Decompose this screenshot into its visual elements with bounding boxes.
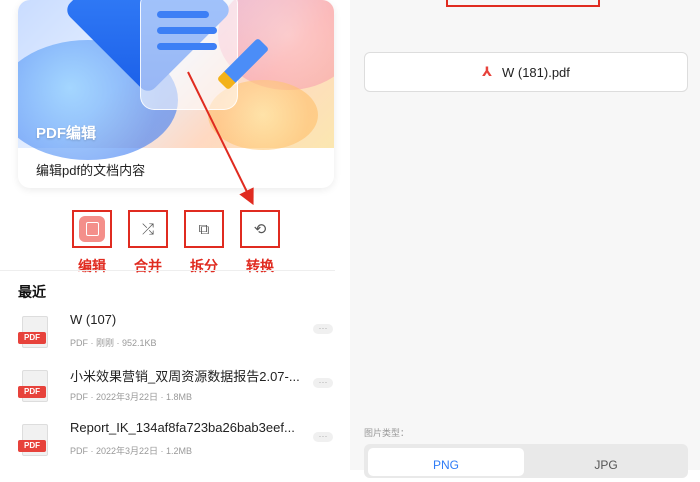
image-type-label: 图片类型： <box>364 428 410 438</box>
pdf-file-icon: PDF <box>18 370 50 406</box>
format-option-jpg[interactable]: JPG <box>528 448 684 476</box>
tool-split-button[interactable]: ⧉ 拆分 <box>182 210 226 276</box>
card-title: PDF编辑 <box>36 125 97 142</box>
recent-file-item[interactable]: PDF W (107) PDF · 刚刚 · 952.1KB ··· <box>18 312 338 360</box>
tool-edit-label: 编辑 <box>78 258 106 274</box>
pdf-edit-card[interactable]: PDF编辑 编辑pdf的文档内容 <box>18 0 334 188</box>
selected-file-name: W (181).pdf <box>501 64 570 80</box>
tool-bar: 编辑 ⤮ 合并 ⧉ 拆分 ⟲ 转换 <box>70 210 290 274</box>
pdf-file-icon: PDF <box>18 424 50 460</box>
tool-convert-label: 转换 <box>246 258 274 274</box>
convert-panel: ⅄ W (181).pdf 图片类型： PNG JPG <box>350 0 700 478</box>
tool-edit-button[interactable]: 编辑 <box>70 210 114 276</box>
split-icon: ⧉ <box>198 220 210 238</box>
card-subtitle: 编辑pdf的文档内容 <box>36 163 146 178</box>
tool-split-label: 拆分 <box>190 258 218 274</box>
file-meta: PDF · 2022年3月22日 · 1.8MB <box>70 392 193 402</box>
recent-file-item[interactable]: PDF 小米效果营销_双周资源数据报告2.07-... PDF · 2022年3… <box>18 366 338 414</box>
tool-convert-button[interactable]: ⟲ 转换 <box>238 210 282 276</box>
tool-merge-button[interactable]: ⤮ 合并 <box>126 210 170 276</box>
file-name: W (107) <box>70 312 117 327</box>
pdf-file-icon: PDF <box>18 316 50 352</box>
tool-merge-label: 合并 <box>134 258 162 274</box>
selected-file-chip[interactable]: ⅄ W (181).pdf <box>364 52 688 92</box>
hero-illustration: PDF编辑 <box>18 0 334 160</box>
more-options-icon[interactable]: ··· <box>313 324 333 334</box>
edit-icon <box>79 216 105 242</box>
pdf-icon: ⅄ <box>482 64 492 79</box>
recent-file-item[interactable]: PDF Report_IK_134af8fa723ba26bab3eef... … <box>18 420 338 468</box>
format-selector: PNG JPG <box>364 444 688 478</box>
more-options-icon[interactable]: ··· <box>313 432 333 442</box>
format-option-png[interactable]: PNG <box>368 448 524 476</box>
file-name: 小米效果营销_双周资源数据报告2.07-... <box>70 369 300 384</box>
annotation-highlight-box <box>446 0 600 7</box>
merge-icon: ⤮ <box>141 220 154 238</box>
document-icon <box>140 0 238 110</box>
file-meta: PDF · 2022年3月22日 · 1.2MB <box>70 446 193 456</box>
file-name: Report_IK_134af8fa723ba26bab3eef... <box>70 420 295 435</box>
more-options-icon[interactable]: ··· <box>313 378 333 388</box>
convert-icon: ⟲ <box>253 220 267 238</box>
recent-heading: 最近 <box>18 284 46 300</box>
divider <box>0 270 335 271</box>
file-meta: PDF · 刚刚 · 952.1KB <box>70 338 157 348</box>
tools-panel: PDF编辑 编辑pdf的文档内容 编辑 ⤮ 合并 ⧉ 拆分 ⟲ 转换 最近 PD… <box>0 0 350 470</box>
